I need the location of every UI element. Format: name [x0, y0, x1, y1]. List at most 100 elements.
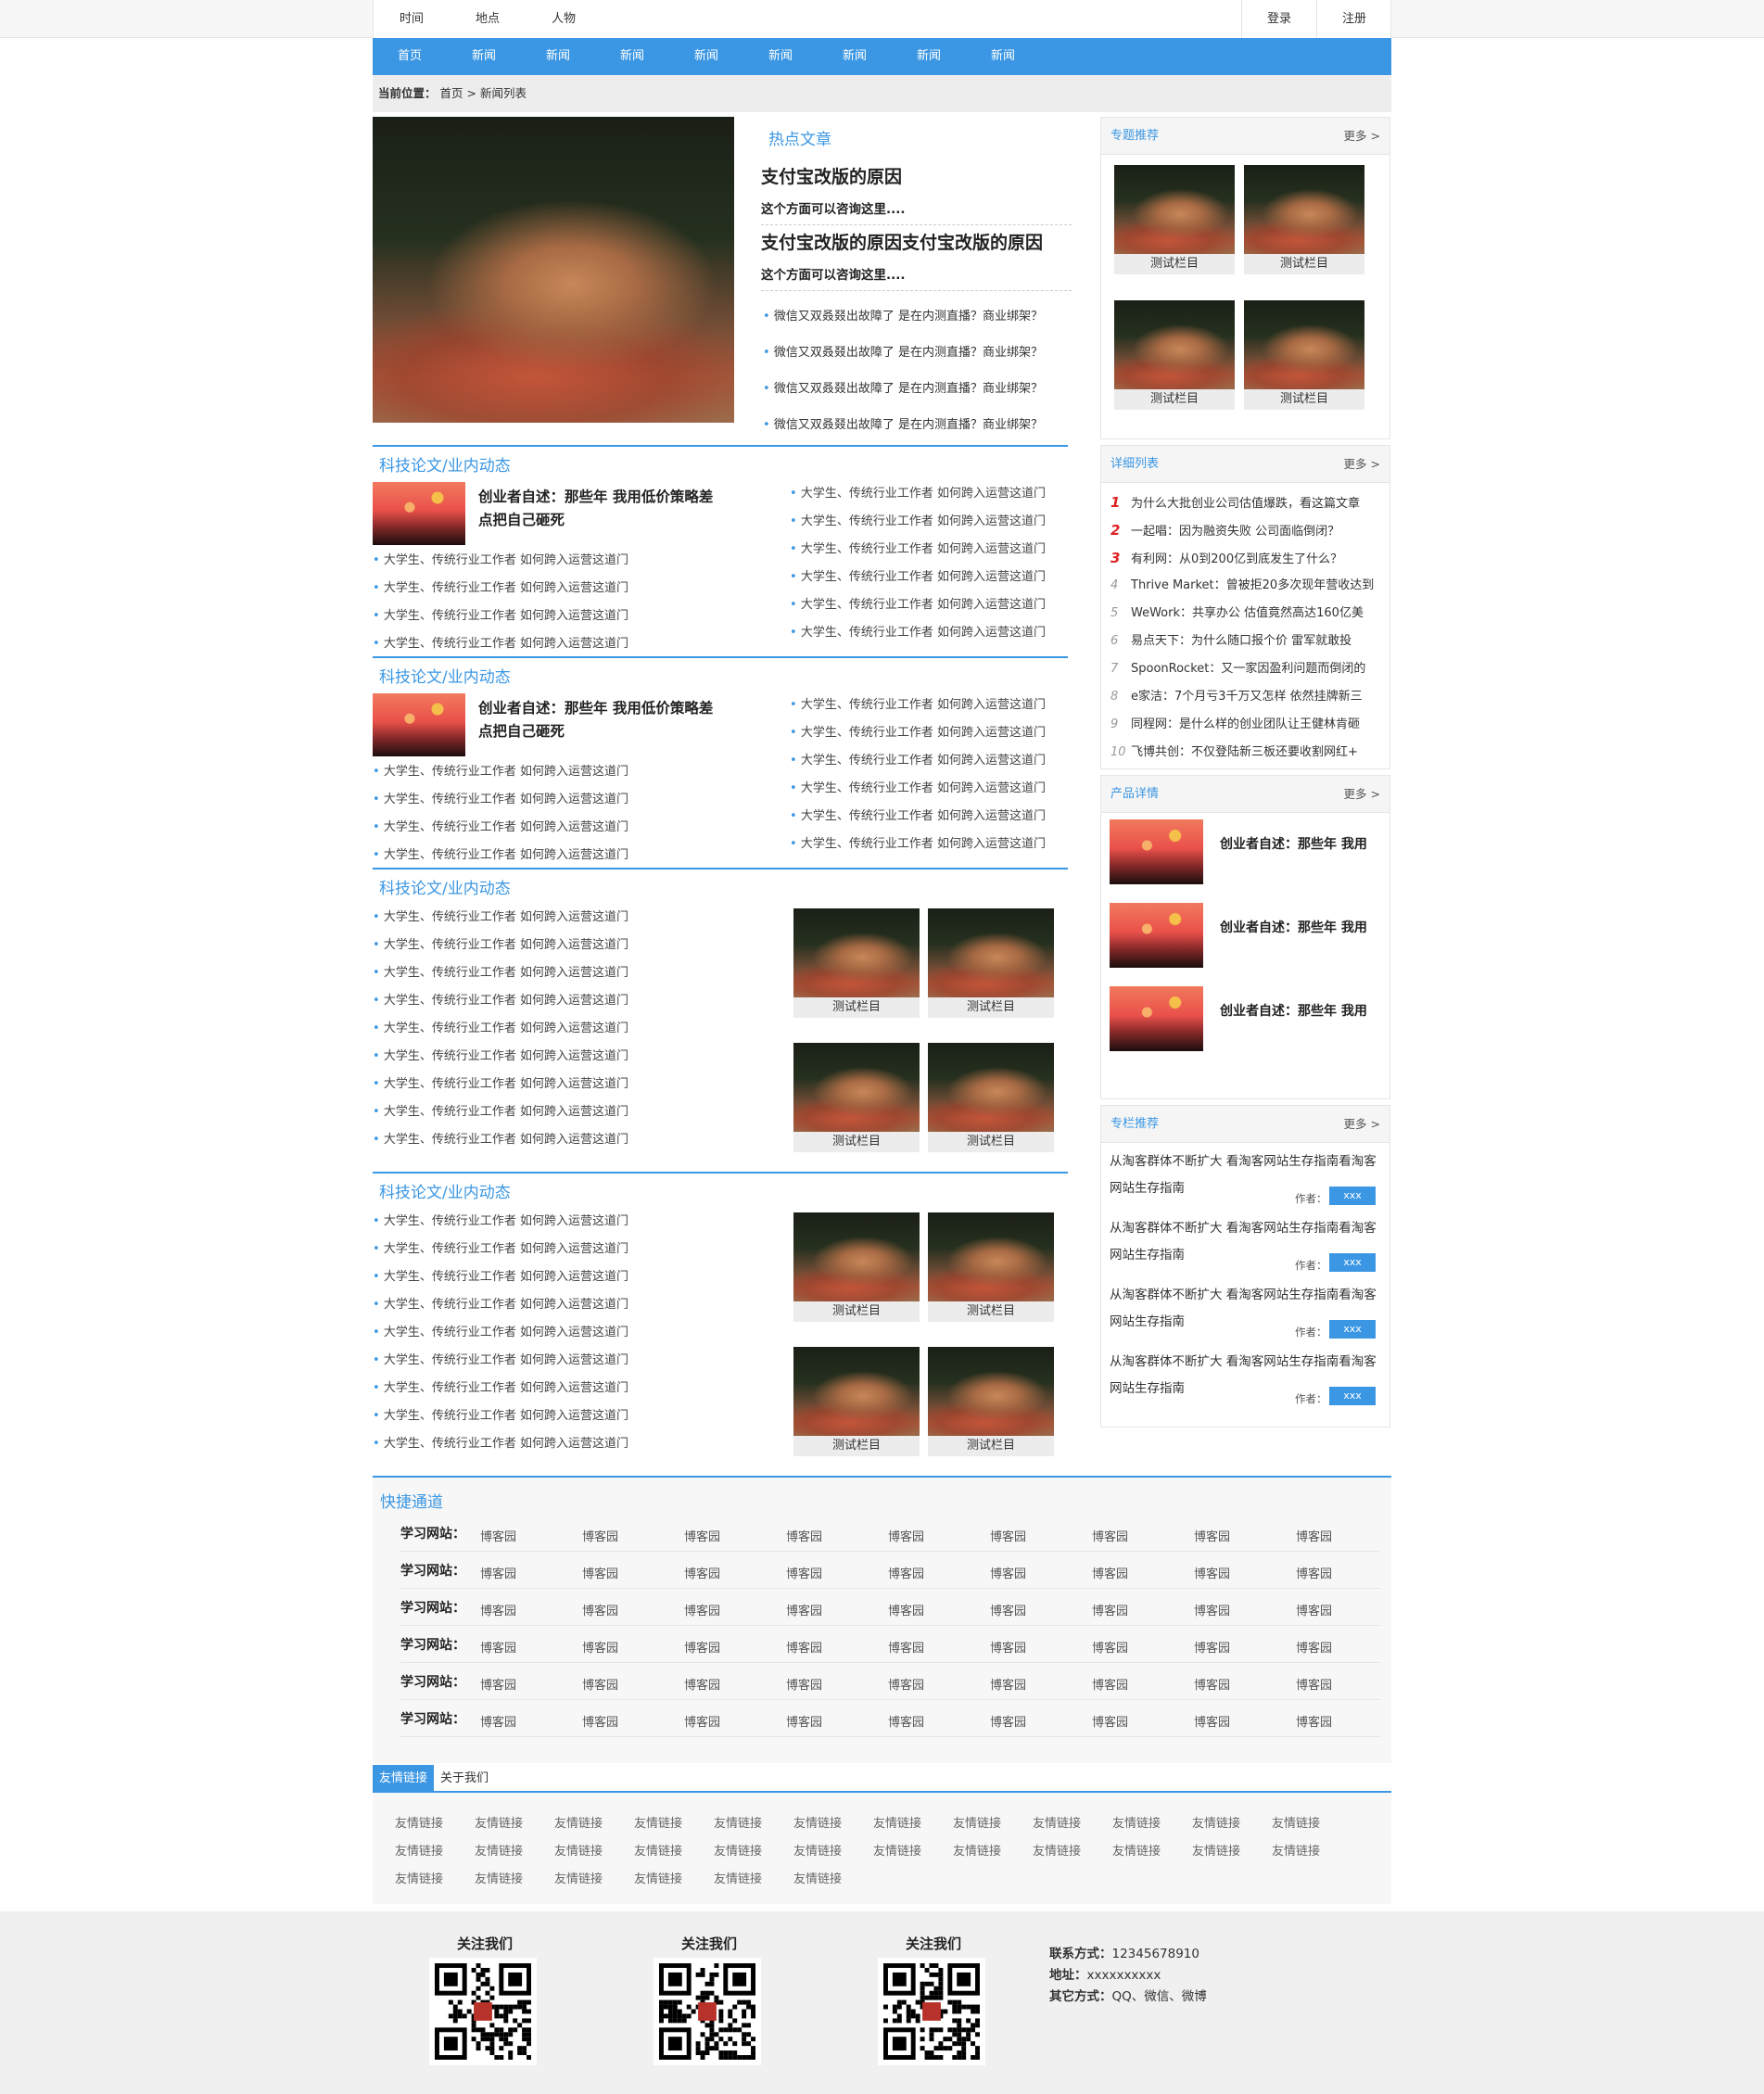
list-item[interactable]: 大学生、传统行业工作者 如何跨入运营这道门 — [373, 1208, 628, 1236]
nav-item-news[interactable]: 新闻 — [818, 38, 892, 75]
friend-link[interactable]: 友情链接 — [395, 1869, 443, 1886]
list-item[interactable]: 大学生、传统行业工作者 如何跨入运营这道门 — [373, 1402, 628, 1430]
list-item[interactable]: 大学生、传统行业工作者 如何跨入运营这道门 — [373, 1347, 628, 1375]
quick-link[interactable]: 博客园 — [582, 1638, 618, 1656]
list-item[interactable]: 大学生、传统行业工作者 如何跨入运营这道门 — [373, 575, 628, 603]
quick-link[interactable]: 博客园 — [990, 1712, 1026, 1730]
list-item[interactable]: 大学生、传统行业工作者 如何跨入运营这道门 — [373, 1319, 628, 1347]
friend-link[interactable]: 友情链接 — [395, 1841, 443, 1859]
list-item[interactable]: 大学生、传统行业工作者 如何跨入运营这道门 — [373, 932, 628, 959]
hot-headline[interactable]: 支付宝改版的原因 — [761, 163, 902, 188]
list-item[interactable]: 大学生、传统行业工作者 如何跨入运营这道门 — [790, 803, 1046, 831]
topic-tile[interactable]: 测试栏目 — [1114, 165, 1235, 274]
section-feature-title[interactable]: 创业者自述：那些年 我用低价策略差点把自己砸死 — [478, 697, 719, 743]
quick-link[interactable]: 博客园 — [1296, 1564, 1332, 1581]
list-item[interactable]: 大学生、传统行业工作者 如何跨入运营这道门 — [790, 480, 1046, 508]
quick-link[interactable]: 博客园 — [480, 1712, 516, 1730]
product-title[interactable]: 创业者自述：那些年 我用 — [1220, 918, 1367, 936]
friend-link[interactable]: 友情链接 — [634, 1813, 682, 1831]
list-item[interactable]: 大学生、传统行业工作者 如何跨入运营这道门 — [790, 619, 1046, 647]
friend-link[interactable]: 友情链接 — [793, 1813, 842, 1831]
list-item[interactable]: 4 Thrive Market：曾被拒20多次现年营收达到 — [1110, 572, 1384, 600]
list-item[interactable]: 10 飞博共创：不仅登陆新三板还要收割网红+ — [1110, 739, 1384, 767]
friend-link[interactable]: 友情链接 — [1192, 1813, 1240, 1831]
list-item[interactable]: 2 一起唱：因为融资失败 公司面临倒闭？ — [1110, 516, 1384, 544]
list-item[interactable]: 微信又双叒叕出故障了 是在内测直播？商业绑架？ — [763, 371, 1043, 407]
author-badge[interactable]: xxx — [1329, 1187, 1376, 1205]
quick-link[interactable]: 博客园 — [1296, 1601, 1332, 1618]
list-item[interactable]: 大学生、传统行业工作者 如何跨入运营这道门 — [373, 758, 628, 786]
friend-link[interactable]: 友情链接 — [475, 1841, 523, 1859]
quick-link[interactable]: 博客园 — [684, 1601, 720, 1618]
column-tile[interactable]: 测试栏目 — [928, 1347, 1054, 1456]
list-item[interactable]: 大学生、传统行业工作者 如何跨入运营这道门 — [373, 1126, 628, 1154]
quick-link[interactable]: 博客园 — [786, 1712, 822, 1730]
list-item[interactable]: 大学生、传统行业工作者 如何跨入运营这道门 — [790, 508, 1046, 536]
quick-link[interactable]: 博客园 — [684, 1675, 720, 1693]
quick-link[interactable]: 博客园 — [888, 1638, 924, 1656]
quick-link[interactable]: 博客园 — [1296, 1712, 1332, 1730]
quick-link[interactable]: 博客园 — [1194, 1601, 1230, 1618]
section-thumbnail[interactable] — [373, 482, 465, 545]
quick-link[interactable]: 博客园 — [786, 1638, 822, 1656]
list-item[interactable]: 大学生、传统行业工作者 如何跨入运营这道门 — [373, 603, 628, 630]
friend-link[interactable]: 友情链接 — [714, 1869, 762, 1886]
list-item[interactable]: 微信又双叒叕出故障了 是在内测直播？商业绑架？ — [763, 407, 1043, 443]
friend-link[interactable]: 友情链接 — [953, 1841, 1001, 1859]
more-link[interactable]: 更多 > — [1344, 118, 1380, 155]
list-item[interactable]: 大学生、传统行业工作者 如何跨入运营这道门 — [373, 547, 628, 575]
list-item[interactable]: 大学生、传统行业工作者 如何跨入运营这道门 — [373, 814, 628, 842]
quick-link[interactable]: 博客园 — [990, 1564, 1026, 1581]
quick-link[interactable]: 博客园 — [1092, 1564, 1128, 1581]
quick-link[interactable]: 博客园 — [888, 1527, 924, 1544]
list-item[interactable]: 大学生、传统行业工作者 如何跨入运营这道门 — [373, 987, 628, 1015]
list-item[interactable]: 大学生、传统行业工作者 如何跨入运营这道门 — [790, 692, 1046, 719]
list-item[interactable]: 大学生、传统行业工作者 如何跨入运营这道门 — [373, 1291, 628, 1319]
friend-link[interactable]: 友情链接 — [395, 1813, 443, 1831]
quick-link[interactable]: 博客园 — [1296, 1675, 1332, 1693]
friend-link[interactable]: 友情链接 — [873, 1841, 921, 1859]
more-link[interactable]: 更多 > — [1344, 776, 1380, 813]
product-title[interactable]: 创业者自述：那些年 我用 — [1220, 834, 1367, 853]
login-link[interactable]: 登录 — [1242, 0, 1316, 38]
quick-link[interactable]: 博客园 — [480, 1601, 516, 1618]
list-item[interactable]: 9 同程网：是什么样的创业团队让王健林肯砸 — [1110, 711, 1384, 739]
list-item[interactable]: 大学生、传统行业工作者 如何跨入运营这道门 — [373, 959, 628, 987]
top-link-time[interactable]: 时间 — [374, 0, 450, 38]
quick-link[interactable]: 博客园 — [684, 1712, 720, 1730]
nav-item-news[interactable]: 新闻 — [892, 38, 966, 75]
quick-link[interactable]: 博客园 — [1194, 1564, 1230, 1581]
author-badge[interactable]: xxx — [1329, 1253, 1376, 1272]
quick-link[interactable]: 博客园 — [888, 1564, 924, 1581]
topic-tile[interactable]: 测试栏目 — [1244, 165, 1364, 274]
friend-link[interactable]: 友情链接 — [1112, 1841, 1161, 1859]
product-thumbnail[interactable] — [1110, 819, 1203, 884]
quick-link[interactable]: 博客园 — [888, 1712, 924, 1730]
list-item[interactable]: 大学生、传统行业工作者 如何跨入运营这道门 — [373, 1098, 628, 1126]
column-tile[interactable]: 测试栏目 — [793, 1043, 920, 1152]
friend-link[interactable]: 友情链接 — [1192, 1841, 1240, 1859]
friend-link[interactable]: 友情链接 — [953, 1813, 1001, 1831]
friend-link[interactable]: 友情链接 — [873, 1813, 921, 1831]
list-item[interactable]: 7 SpoonRocket：又一家因盈利问题而倒闭的 — [1110, 655, 1384, 683]
column-tile[interactable]: 测试栏目 — [928, 908, 1054, 1018]
list-item[interactable]: 大学生、传统行业工作者 如何跨入运营这道门 — [373, 842, 628, 869]
quick-link[interactable]: 博客园 — [684, 1638, 720, 1656]
list-item[interactable]: 大学生、传统行业工作者 如何跨入运营这道门 — [790, 591, 1046, 619]
column-tile[interactable]: 测试栏目 — [928, 1043, 1054, 1152]
list-item[interactable]: 大学生、传统行业工作者 如何跨入运营这道门 — [373, 1015, 628, 1043]
nav-item-news[interactable]: 新闻 — [447, 38, 521, 75]
friend-link[interactable]: 友情链接 — [1033, 1813, 1081, 1831]
list-item[interactable]: 大学生、传统行业工作者 如何跨入运营这道门 — [373, 1236, 628, 1263]
quick-link[interactable]: 博客园 — [1194, 1527, 1230, 1544]
list-item[interactable]: 大学生、传统行业工作者 如何跨入运营这道门 — [373, 1375, 628, 1402]
top-link-place[interactable]: 地点 — [450, 0, 526, 38]
friend-link[interactable]: 友情链接 — [1272, 1841, 1320, 1859]
nav-item-news[interactable]: 新闻 — [521, 38, 595, 75]
section-thumbnail[interactable] — [373, 693, 465, 756]
quick-link[interactable]: 博客园 — [480, 1638, 516, 1656]
friend-link[interactable]: 友情链接 — [475, 1869, 523, 1886]
quick-link[interactable]: 博客园 — [684, 1564, 720, 1581]
column-tile[interactable]: 测试栏目 — [793, 1347, 920, 1456]
list-item[interactable]: 大学生、传统行业工作者 如何跨入运营这道门 — [790, 719, 1046, 747]
